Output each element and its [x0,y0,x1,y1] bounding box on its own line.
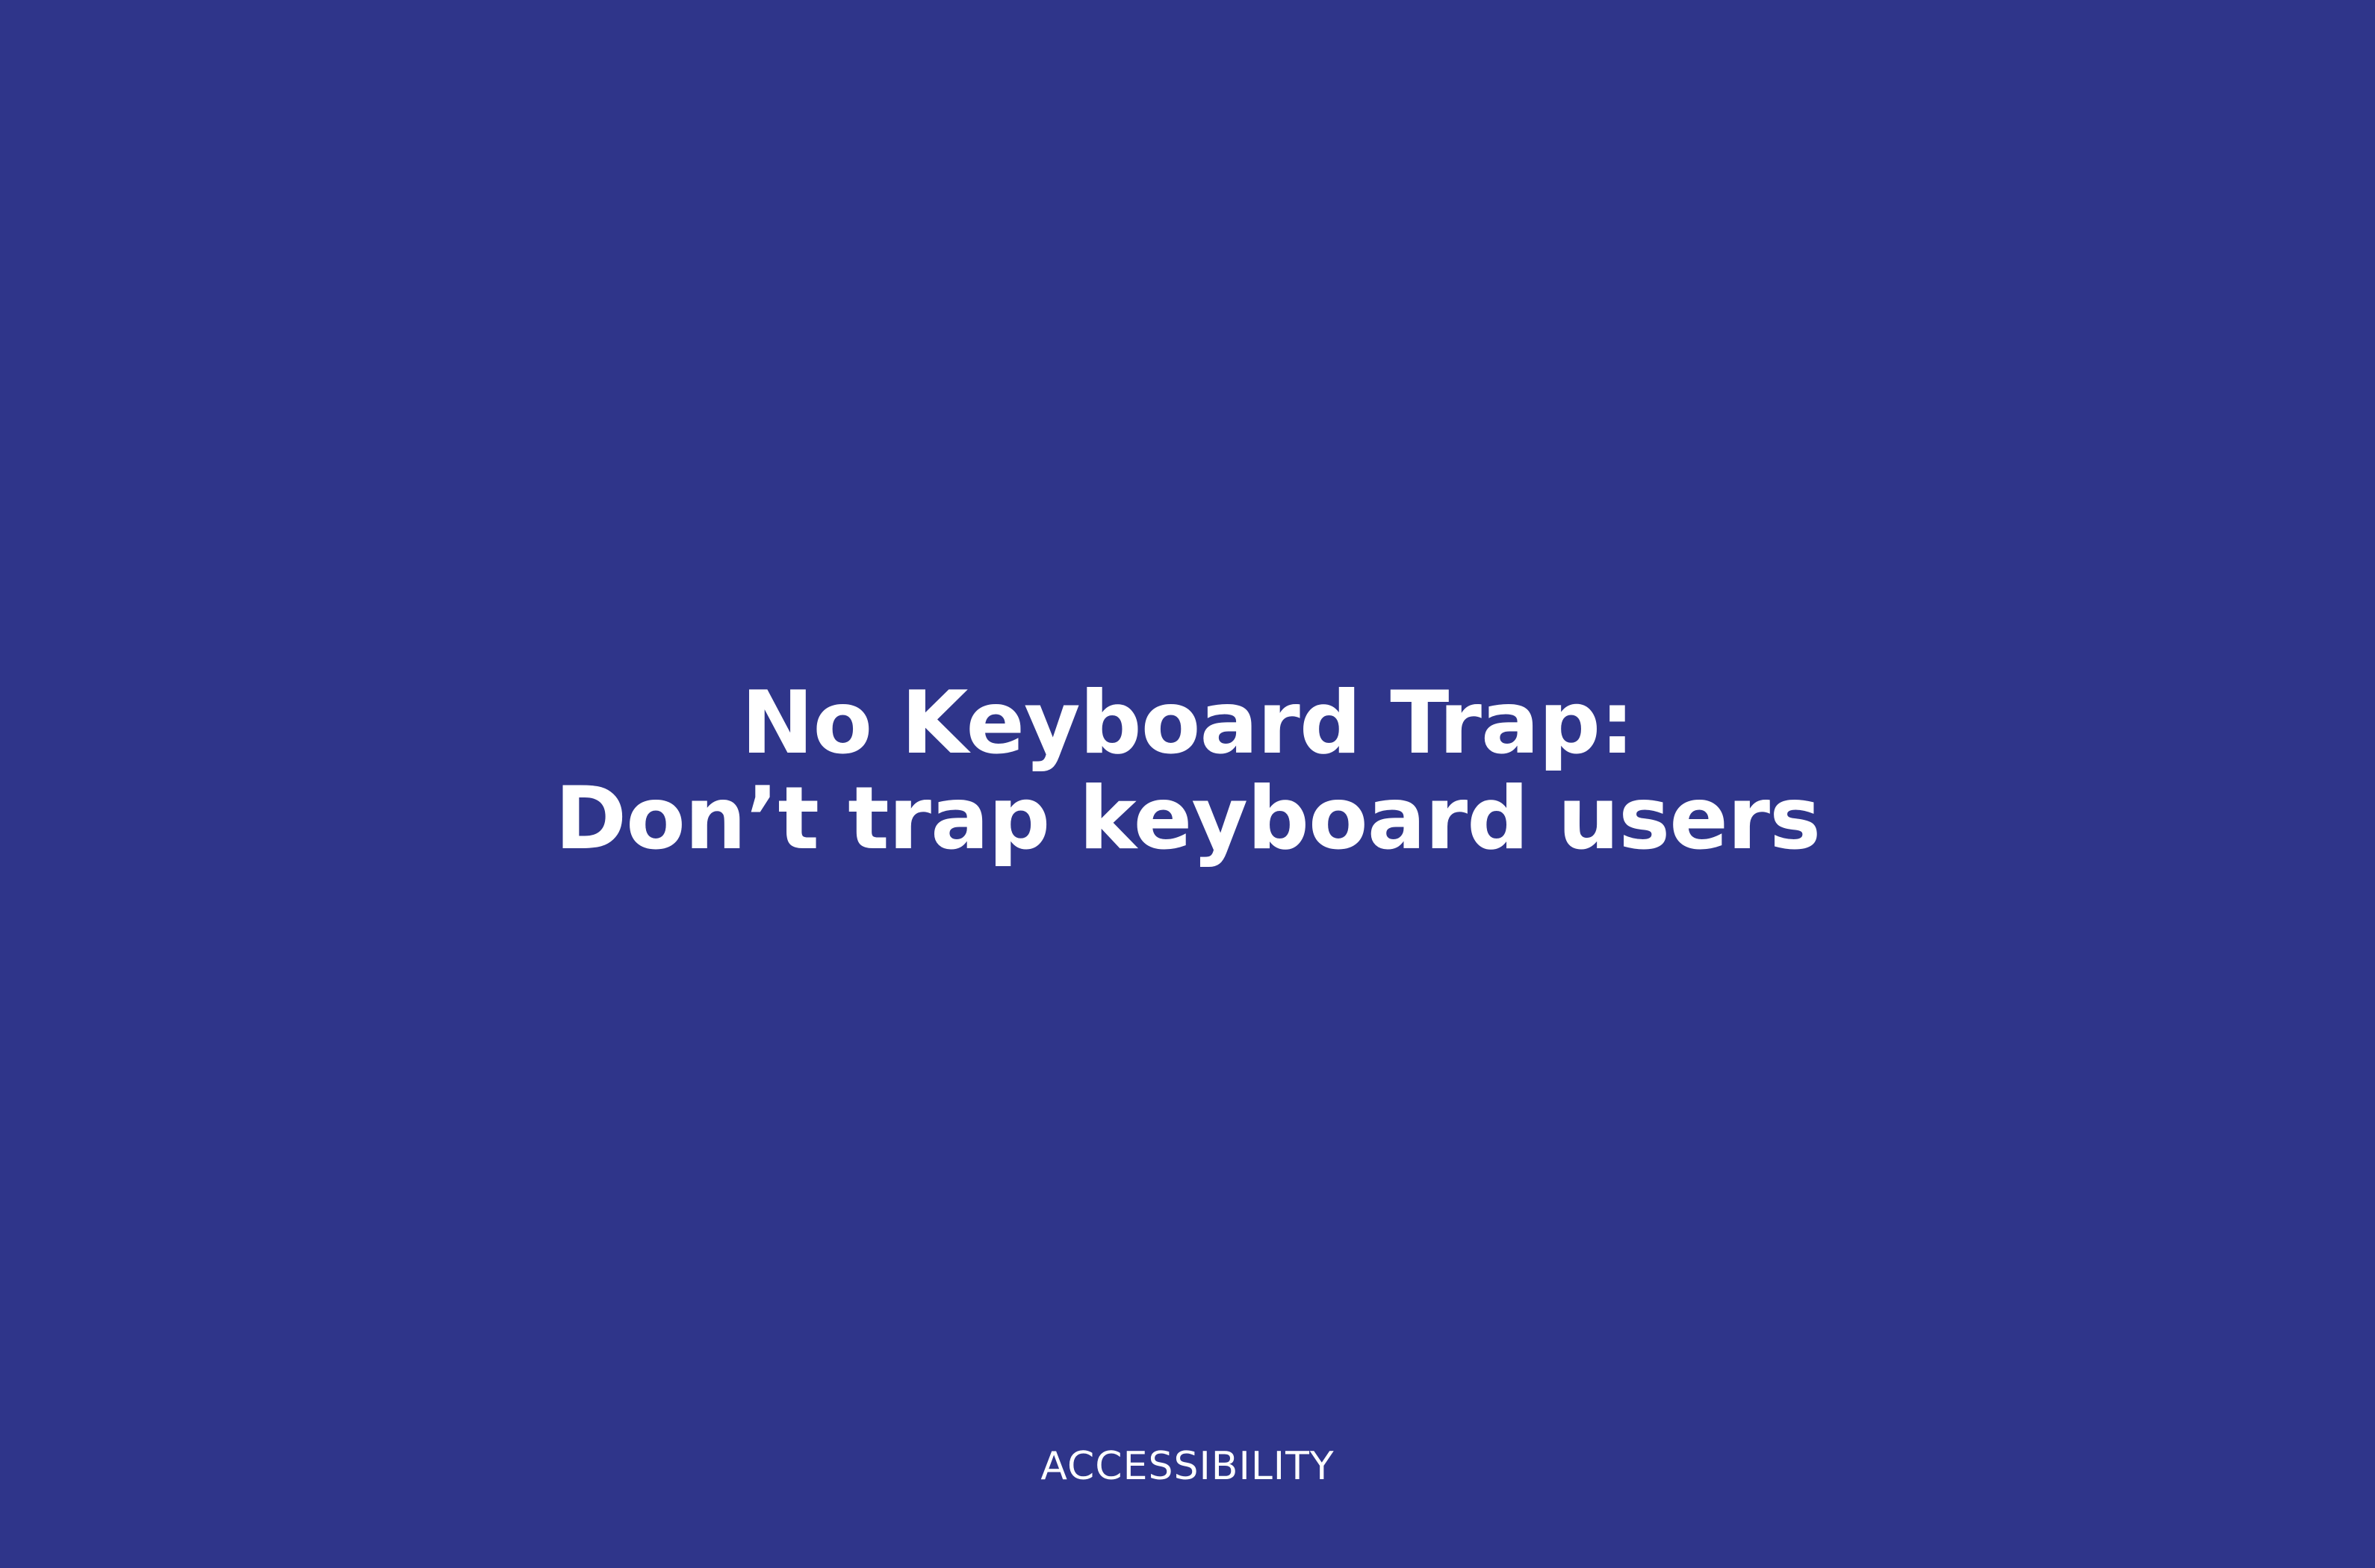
title-line-2: Don’t trap keyboard users [554,768,1821,869]
category-label: ACCESSIBILITY [1040,1444,1335,1489]
slide-title: No Keyboard Trap: Don’t trap keyboard us… [0,676,2375,867]
slide: No Keyboard Trap: Don’t trap keyboard us… [0,0,2375,1568]
title-line-1: No Keyboard Trap: [741,673,1634,774]
